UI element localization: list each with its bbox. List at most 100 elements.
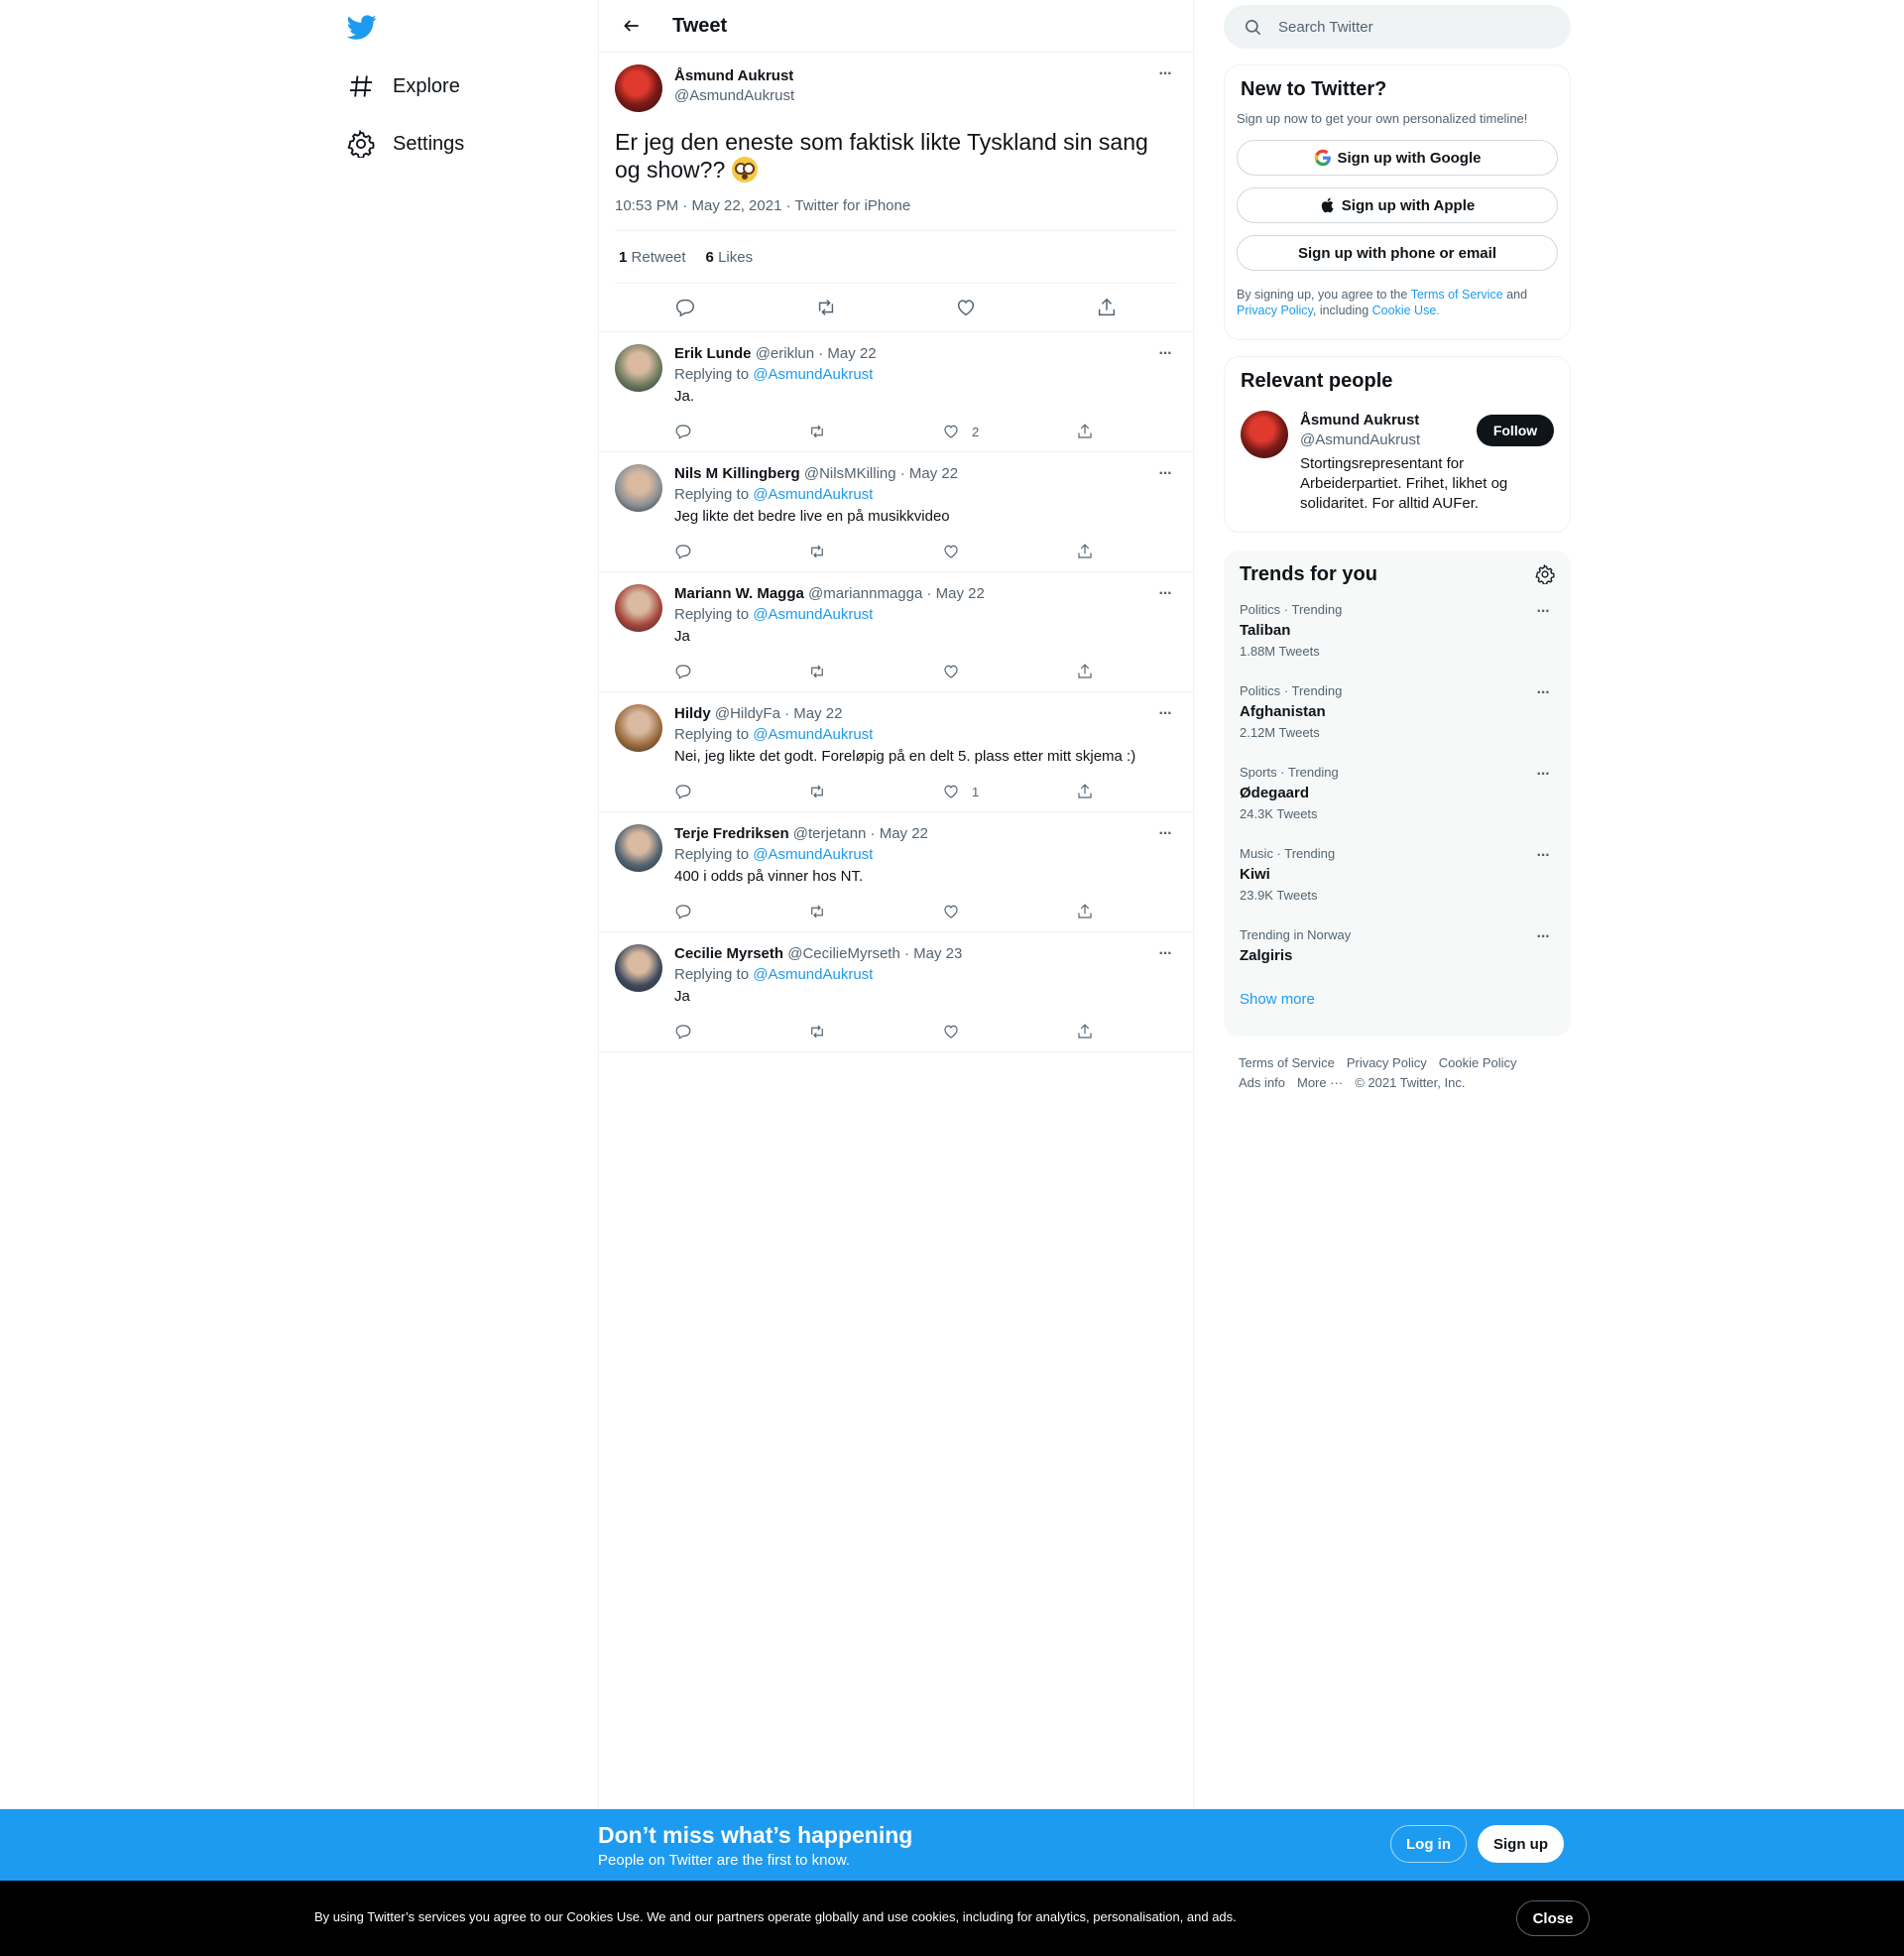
avatar[interactable] xyxy=(615,464,662,512)
reply-icon[interactable] xyxy=(674,1023,808,1040)
reply-tweet[interactable]: ··· Hildy @HildyFa · May 22 Replying to @A… xyxy=(599,692,1193,812)
like-heart-icon[interactable] xyxy=(942,543,1076,560)
cookie-use-link[interactable]: Cookie Use. xyxy=(1372,304,1440,317)
retweet-count[interactable]: 1 Retweet xyxy=(619,249,686,266)
trend-item[interactable]: ··· Politics · Trending Taliban 1.88M Tweet… xyxy=(1240,592,1555,673)
nav-settings[interactable]: Settings xyxy=(347,119,464,169)
trends-settings-gear-icon[interactable] xyxy=(1535,564,1555,584)
more-options-icon[interactable]: ··· xyxy=(1531,683,1555,703)
replying-to-link[interactable]: @AsmundAukrust xyxy=(753,726,873,743)
reply-handle-date[interactable]: @HildyFa · May 22 xyxy=(715,705,843,722)
signup-button[interactable]: Sign up xyxy=(1478,1825,1564,1863)
like-heart-icon[interactable] xyxy=(942,1023,1076,1040)
reply-handle-date[interactable]: @eriklun · May 22 xyxy=(756,345,877,362)
replying-to-link[interactable]: @AsmundAukrust xyxy=(753,966,873,983)
login-button[interactable]: Log in xyxy=(1390,1825,1467,1863)
avatar[interactable] xyxy=(615,344,662,392)
search-input[interactable] xyxy=(1278,18,1556,36)
signup-google-button[interactable]: Sign up with Google xyxy=(1237,140,1558,176)
avatar[interactable] xyxy=(615,584,662,632)
replying-to-link[interactable]: @AsmundAukrust xyxy=(753,606,873,623)
like-heart-icon[interactable] xyxy=(942,903,1076,920)
reply-icon[interactable] xyxy=(674,423,808,440)
retweet-icon[interactable] xyxy=(808,783,942,800)
footer-terms-link[interactable]: Terms of Service xyxy=(1239,1053,1335,1073)
more-options-icon[interactable]: ··· xyxy=(1153,944,1177,964)
reply-tweet[interactable]: ··· Terje Fredriksen @terjetann · May 22 R… xyxy=(599,812,1193,932)
share-icon[interactable] xyxy=(1076,783,1210,800)
reply-tweet[interactable]: ··· Erik Lunde @eriklun · May 22 Replying … xyxy=(599,332,1193,452)
privacy-policy-link[interactable]: Privacy Policy xyxy=(1237,304,1313,317)
cookie-close-button[interactable]: Close xyxy=(1516,1900,1590,1936)
trend-item[interactable]: ··· Politics · Trending Afghanistan 2.12M T… xyxy=(1240,673,1555,755)
footer-privacy-link[interactable]: Privacy Policy xyxy=(1347,1053,1427,1073)
replying-to-link[interactable]: @AsmundAukrust xyxy=(753,486,873,503)
reply-icon[interactable] xyxy=(666,289,704,326)
like-heart-icon[interactable] xyxy=(947,289,985,326)
trend-item[interactable]: ··· Trending in Norway Zalgiris xyxy=(1240,917,1555,999)
nav-explore[interactable]: Explore xyxy=(347,61,460,111)
reply-author-name[interactable]: Nils M Killingberg xyxy=(674,465,800,482)
trend-item[interactable]: ··· Sports · Trending Ødegaard 24.3K Tweets xyxy=(1240,755,1555,836)
share-icon[interactable] xyxy=(1088,289,1126,326)
avatar[interactable] xyxy=(615,824,662,872)
more-options-icon[interactable]: ··· xyxy=(1153,584,1177,604)
retweet-icon[interactable] xyxy=(808,1023,942,1040)
more-options-icon[interactable]: ··· xyxy=(1531,846,1555,866)
footer-ads-link[interactable]: Ads info xyxy=(1239,1073,1285,1093)
more-options-icon[interactable]: ··· xyxy=(1153,64,1177,84)
more-options-icon[interactable]: ··· xyxy=(1153,824,1177,844)
replying-to-link[interactable]: @AsmundAukrust xyxy=(753,366,873,383)
reply-handle-date[interactable]: @terjetann · May 22 xyxy=(793,825,928,842)
retweet-icon[interactable] xyxy=(808,543,942,560)
retweet-icon[interactable] xyxy=(807,289,845,326)
reply-author-name[interactable]: Hildy xyxy=(674,705,711,722)
avatar[interactable] xyxy=(615,64,662,112)
reply-icon[interactable] xyxy=(674,903,808,920)
footer-cookie-link[interactable]: Cookie Policy xyxy=(1439,1053,1517,1073)
reply-handle-date[interactable]: @mariannmagga · May 22 xyxy=(808,585,985,602)
share-icon[interactable] xyxy=(1076,423,1210,440)
author-handle[interactable]: @AsmundAukrust xyxy=(674,86,794,106)
more-options-icon[interactable]: ··· xyxy=(1531,927,1555,947)
reply-tweet[interactable]: ··· Nils M Killingberg @NilsMKilling · Ma… xyxy=(599,452,1193,572)
follow-button[interactable]: Follow xyxy=(1477,415,1554,446)
back-arrow-icon[interactable] xyxy=(615,9,649,43)
signup-apple-button[interactable]: Sign up with Apple xyxy=(1237,187,1558,223)
reply-tweet[interactable]: ··· Cecilie Myrseth @CecilieMyrseth · May… xyxy=(599,932,1193,1052)
footer-more-link[interactable]: More ··· xyxy=(1297,1073,1343,1093)
like-heart-icon[interactable]: 1 xyxy=(942,783,1076,800)
share-icon[interactable] xyxy=(1076,903,1210,920)
retweet-icon[interactable] xyxy=(808,663,942,680)
avatar[interactable] xyxy=(1241,411,1288,458)
reply-handle-date[interactable]: @CecilieMyrseth · May 23 xyxy=(787,945,962,962)
reply-author-name[interactable]: Cecilie Myrseth xyxy=(674,945,783,962)
terms-of-service-link[interactable]: Terms of Service xyxy=(1411,288,1503,302)
reply-author-name[interactable]: Terje Fredriksen xyxy=(674,825,789,842)
retweet-icon[interactable] xyxy=(808,903,942,920)
more-options-icon[interactable]: ··· xyxy=(1153,344,1177,364)
reply-tweet[interactable]: ··· Mariann W. Magga @mariannmagga · May … xyxy=(599,572,1193,692)
relevant-person[interactable]: Åsmund Aukrust @AsmundAukrust Stortingsr… xyxy=(1241,411,1554,514)
more-options-icon[interactable]: ··· xyxy=(1531,602,1555,622)
like-heart-icon[interactable]: 2 xyxy=(942,423,1076,440)
search-box[interactable] xyxy=(1224,5,1571,49)
reply-handle-date[interactable]: @NilsMKilling · May 22 xyxy=(804,465,958,482)
reply-icon[interactable] xyxy=(674,663,808,680)
tweet-timestamp[interactable]: 10:53 PM · May 22, 2021 · Twitter for iP… xyxy=(615,197,1177,231)
reply-author-name[interactable]: Erik Lunde xyxy=(674,345,752,362)
like-heart-icon[interactable] xyxy=(942,663,1076,680)
twitter-bird-icon[interactable] xyxy=(347,12,377,42)
author-name[interactable]: Åsmund Aukrust xyxy=(674,66,794,86)
retweet-icon[interactable] xyxy=(808,423,942,440)
replying-to-link[interactable]: @AsmundAukrust xyxy=(753,846,873,863)
signup-phone-email-button[interactable]: Sign up with phone or email xyxy=(1237,235,1558,271)
trend-item[interactable]: ··· Music · Trending Kiwi 23.9K Tweets xyxy=(1240,836,1555,917)
share-icon[interactable] xyxy=(1076,1023,1210,1040)
reply-author-name[interactable]: Mariann W. Magga xyxy=(674,585,804,602)
share-icon[interactable] xyxy=(1076,543,1210,560)
avatar[interactable] xyxy=(615,704,662,752)
reply-icon[interactable] xyxy=(674,543,808,560)
reply-icon[interactable] xyxy=(674,783,808,800)
share-icon[interactable] xyxy=(1076,663,1210,680)
